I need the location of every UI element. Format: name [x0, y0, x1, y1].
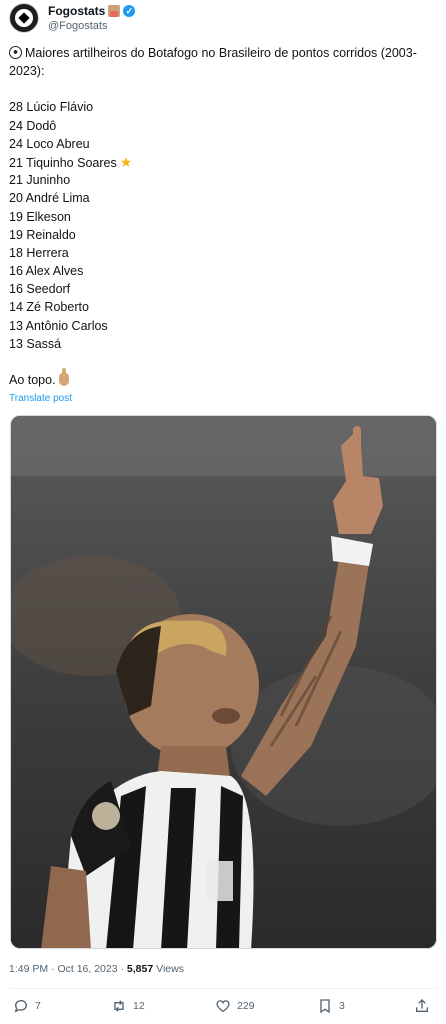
- list-item: 14 Zé Roberto: [9, 298, 437, 316]
- tweet-header: Fogostats ✓ @Fogostats: [9, 3, 437, 35]
- list-item-text: 19 Elkeson: [9, 209, 71, 224]
- translate-post-link[interactable]: Translate post: [9, 393, 72, 404]
- author-display-name[interactable]: Fogostats: [48, 4, 105, 18]
- list-item-text: 13 Sassá: [9, 336, 62, 351]
- list-item: 21 Tiquinho Soares ★: [9, 153, 437, 171]
- list-item: 20 André Lima: [9, 189, 437, 207]
- tweet-meta: 1:49 PM · Oct 16, 2023 · 5,857 Views: [9, 963, 184, 975]
- list-item: 21 Juninho: [9, 171, 437, 189]
- views-label: Views: [156, 963, 184, 975]
- heart-icon: [216, 1000, 230, 1013]
- list-item: 16 Alex Alves: [9, 262, 437, 280]
- repost-button[interactable]: 12: [111, 998, 145, 1014]
- tweet-outro-text: Ao topo.: [9, 373, 56, 388]
- tweet-intro-text: Maiores artilheiros do Botafogo no Brasi…: [9, 46, 417, 79]
- share-icon: [416, 999, 428, 1012]
- like-button[interactable]: 229: [215, 998, 255, 1014]
- author-handle[interactable]: @Fogostats: [48, 20, 107, 32]
- star-icon: ★: [119, 153, 133, 170]
- list-item: 19 Elkeson: [9, 208, 437, 226]
- list-item: 13 Antônio Carlos: [9, 317, 437, 335]
- author-name-row: Fogostats ✓: [48, 4, 136, 18]
- reply-count: 7: [35, 1000, 41, 1012]
- list-item-text: 16 Seedorf: [9, 282, 71, 297]
- list-item-text: 21 Juninho: [9, 173, 71, 188]
- verified-badge-icon: ✓: [123, 5, 136, 17]
- list-item-text: 14 Zé Roberto: [9, 300, 89, 315]
- views-count: 5,857: [126, 963, 154, 975]
- like-count: 229: [237, 1000, 255, 1012]
- meta-separator: ·: [51, 963, 55, 975]
- tweet-intro: Maiores artilheiros do Botafogo no Brasi…: [9, 44, 437, 80]
- author-avatar[interactable]: [9, 3, 39, 33]
- tweet-time[interactable]: 1:49 PM: [9, 963, 48, 975]
- tweet-outro: Ao topo.: [9, 368, 437, 389]
- tweet-date[interactable]: Oct 16, 2023: [57, 963, 117, 975]
- meta-separator-2: ·: [120, 963, 125, 975]
- bookmark-button[interactable]: 3: [317, 998, 345, 1014]
- list-item-text: 16 Alex Alves: [9, 264, 84, 279]
- list-item-text: 24 Loco Abreu: [9, 136, 90, 151]
- botafogo-crest-icon: [15, 9, 33, 27]
- scorers-list: 28 Lúcio Flávio 24 Dodô 24 Loco Abreu 21…: [9, 98, 437, 353]
- share-button[interactable]: [414, 998, 430, 1014]
- player-celebrating-image: [11, 416, 436, 948]
- list-item-text: 21 Tiquinho Soares: [9, 155, 117, 170]
- bookmark-icon: [320, 999, 330, 1014]
- pointing-up-hand-icon: [58, 368, 69, 387]
- list-item-text: 28 Lúcio Flávio: [9, 100, 94, 115]
- bookmark-count: 3: [339, 1000, 345, 1012]
- list-item-text: 20 André Lima: [9, 191, 90, 206]
- tweet-text: Maiores artilheiros do Botafogo no Brasi…: [9, 44, 437, 389]
- list-item-text: 24 Dodô: [9, 118, 57, 133]
- list-item-text: 13 Antônio Carlos: [9, 318, 108, 333]
- tweet-actions: 7 12 229 3: [9, 998, 437, 1018]
- list-item: 13 Sassá: [9, 335, 437, 353]
- reply-icon: [14, 1000, 27, 1013]
- tweet-photo[interactable]: [10, 415, 437, 949]
- repost-icon: [114, 1000, 124, 1012]
- person-emoji-icon: [108, 5, 121, 17]
- list-item-text: 18 Herrera: [9, 245, 69, 260]
- list-item: 18 Herrera: [9, 244, 437, 262]
- list-item: 19 Reinaldo: [9, 226, 437, 244]
- reply-button[interactable]: 7: [13, 998, 41, 1014]
- list-item-text: 19 Reinaldo: [9, 227, 76, 242]
- list-item: 24 Dodô: [9, 117, 437, 135]
- list-item: 24 Loco Abreu: [9, 135, 437, 153]
- soccer-ball-icon: [9, 46, 22, 59]
- list-item: 16 Seedorf: [9, 280, 437, 298]
- list-item: 28 Lúcio Flávio: [9, 98, 437, 116]
- repost-count: 12: [133, 1000, 145, 1012]
- divider: [9, 988, 437, 989]
